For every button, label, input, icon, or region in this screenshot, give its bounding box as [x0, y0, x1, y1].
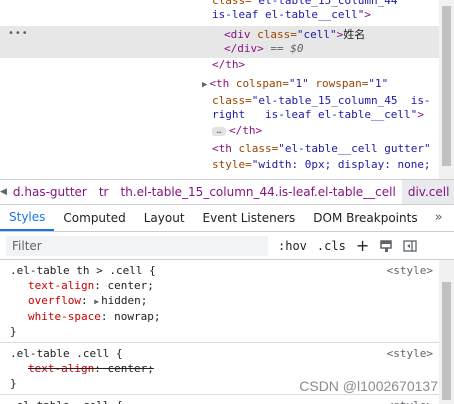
style-property[interactable]: text-align: center; — [10, 278, 429, 293]
dom-token: colspan= — [235, 77, 289, 90]
style-property[interactable]: overflow: ▶ hidden; — [10, 293, 429, 309]
dom-token: "cell" — [296, 28, 337, 41]
property-name[interactable]: text-align — [28, 362, 94, 375]
rule-source-link[interactable]: <style> — [387, 398, 433, 404]
property-value[interactable]: center; — [107, 362, 153, 375]
style-rule[interactable]: .el-table .cell {<style> — [0, 395, 439, 404]
paint-bucket-icon[interactable] — [379, 239, 393, 253]
dom-node-line[interactable]: … </th> — [212, 124, 262, 138]
filter-input[interactable] — [6, 235, 268, 256]
tab-computed[interactable]: Computed — [54, 205, 134, 231]
breadcrumb-item[interactable]: d.has-gutter — [7, 185, 93, 199]
styles-scrollbar-thumb[interactable] — [442, 282, 451, 400]
new-style-rule-button[interactable]: + — [355, 235, 370, 255]
property-name[interactable]: text-align — [28, 279, 94, 292]
styles-scrollbar[interactable] — [439, 260, 454, 404]
dom-node-line[interactable]: </div> == $0 — [224, 42, 304, 56]
dom-node-line[interactable]: <div class="cell">姓名 — [224, 28, 365, 42]
collapsed-children-ellipsis[interactable]: … — [212, 126, 226, 136]
dom-token: class= — [212, 0, 252, 7]
rule-close-brace: } — [10, 325, 17, 338]
styles-toolbar: :hov .cls + — [0, 232, 454, 260]
selected-node-highlight — [0, 26, 439, 58]
dom-token: right is-leaf el-table__cell" — [212, 108, 418, 121]
dom-token: </th> — [212, 58, 246, 71]
dom-token: "el-table_15_column_44 — [251, 0, 398, 7]
hover-state-button[interactable]: :hov — [278, 239, 307, 253]
sidebar-tabs: Styles Computed Layout Event Listeners D… — [0, 205, 454, 232]
dom-token: > — [417, 108, 424, 121]
dom-node-line[interactable]: <th class="el-table__cell gutter" — [212, 142, 431, 156]
property-value[interactable]: hidden; — [101, 294, 147, 307]
dom-token: <th — [209, 77, 236, 90]
expand-shorthand-icon[interactable]: ▶ — [94, 294, 99, 309]
dom-token: style= — [212, 158, 252, 171]
property-colon: : — [100, 310, 115, 323]
dom-node-line[interactable]: style="width: 0px; display: none; — [212, 158, 431, 172]
property-colon: : — [80, 294, 95, 307]
dom-token: </th> — [229, 124, 263, 137]
dom-node-line[interactable]: right is-leaf el-table__cell"> — [212, 108, 424, 122]
style-property[interactable]: white-space: nowrap; — [10, 309, 429, 324]
expand-triangle-icon[interactable]: ▶ — [202, 80, 207, 90]
style-rule[interactable]: .el-table th > .cell {<style> text-align:… — [0, 260, 439, 343]
property-value[interactable]: center; — [107, 279, 153, 292]
rule-source-link[interactable]: <style> — [387, 263, 433, 278]
dom-token: "1" — [288, 77, 309, 90]
watermark: CSDN @l1002670137 — [299, 378, 438, 394]
class-toggle-button[interactable]: .cls — [317, 239, 346, 253]
elements-tree[interactable]: ••• class="el-table_15_column_44 is-leaf … — [0, 0, 439, 179]
dom-token: is-leaf el-table__cell" — [212, 8, 365, 21]
dom-token: 姓名 — [343, 28, 366, 41]
dom-token: rowspan= — [308, 77, 369, 90]
elements-scrollbar-thumb[interactable] — [442, 6, 451, 166]
dom-token: </div> — [224, 42, 264, 55]
breadcrumb-item[interactable]: tr — [93, 185, 115, 199]
dom-token: > — [364, 8, 371, 21]
breadcrumb-item-selected[interactable]: div.cell — [401, 180, 454, 204]
toggle-sidebar-icon[interactable] — [403, 239, 417, 253]
rule-source-link[interactable]: <style> — [387, 346, 433, 361]
breadcrumb-item[interactable]: th.el-table_15_column_44.is-leaf.el-tabl… — [114, 185, 401, 199]
elements-scrollbar[interactable] — [439, 0, 454, 179]
dom-token: <div — [224, 28, 258, 41]
dom-token: class= — [257, 28, 297, 41]
dom-token: "width: 0px; display: none; — [251, 158, 431, 171]
dom-node-line[interactable]: </th> — [212, 58, 245, 72]
rule-selector[interactable]: .el-table .cell { — [10, 398, 429, 404]
property-colon: : — [94, 362, 108, 375]
node-actions-dots[interactable]: ••• — [8, 28, 29, 39]
rule-selector[interactable]: .el-table th > .cell { — [10, 263, 429, 278]
dom-token: class= — [212, 94, 252, 107]
property-name[interactable]: overflow — [28, 294, 81, 307]
more-tabs-icon[interactable]: » — [427, 205, 451, 231]
property-name[interactable]: white-space — [28, 310, 101, 323]
dom-node-line[interactable]: is-leaf el-table__cell"> — [212, 8, 371, 22]
dom-token: "el-table_15_column_45 is- — [251, 94, 431, 107]
tab-layout[interactable]: Layout — [135, 205, 194, 231]
style-property[interactable]: text-align: center; — [10, 361, 429, 376]
tab-dom-breakpoints[interactable]: DOM Breakpoints — [304, 205, 426, 231]
plus-icon: + — [355, 235, 370, 255]
tab-styles[interactable]: Styles — [0, 205, 55, 231]
dom-token: class= — [238, 142, 279, 155]
property-colon: : — [94, 279, 108, 292]
dom-token: <th — [212, 142, 239, 155]
tab-event-listeners[interactable]: Event Listeners — [194, 205, 305, 231]
dom-node-line[interactable]: class="el-table_15_column_45 is- — [212, 94, 431, 108]
dom-token: "el-table__cell gutter" — [278, 142, 431, 155]
dom-node-line[interactable]: ▶ <th colspan="1" rowspan="1" — [202, 77, 389, 92]
breadcrumb: ◀ d.has-gutter tr th.el-table_15_column_… — [0, 179, 454, 205]
breadcrumb-scroll-left-icon[interactable]: ◀ — [0, 187, 7, 197]
dom-token: "1" — [368, 77, 389, 90]
dom-token: == $0 — [263, 42, 304, 55]
dom-node-line[interactable]: class="el-table_15_column_44 — [212, 0, 397, 8]
rule-selector[interactable]: .el-table .cell { — [10, 346, 429, 361]
property-value[interactable]: nowrap; — [114, 310, 160, 323]
